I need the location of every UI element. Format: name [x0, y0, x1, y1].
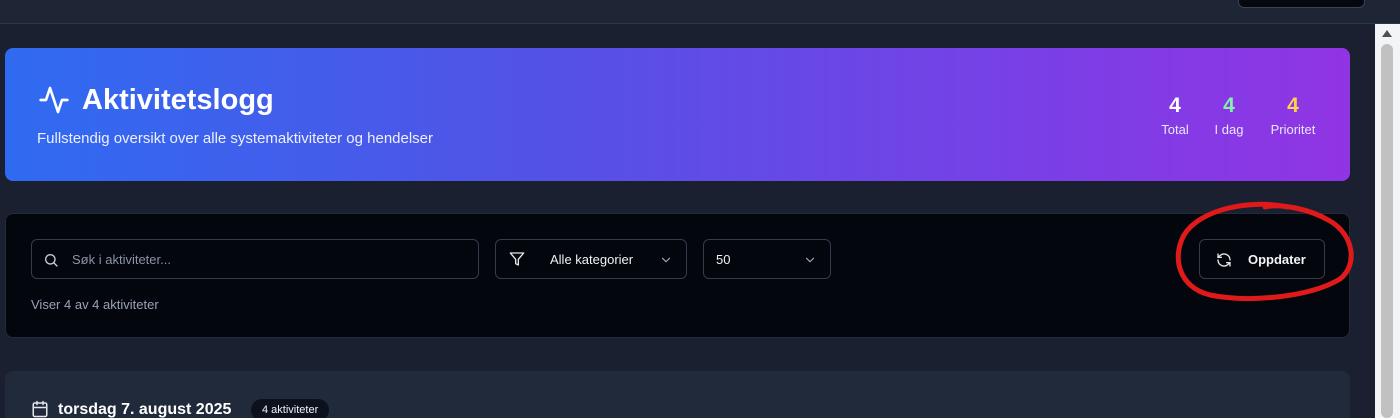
- red-circle-annotation: [1175, 201, 1354, 301]
- page-title: Aktivitetslogg: [82, 84, 274, 116]
- stat-today: 4 I dag: [1209, 94, 1249, 137]
- search-box[interactable]: [31, 239, 479, 279]
- stat-priority-value: 4: [1287, 94, 1299, 117]
- filter-panel: Alle kategorier 50 Oppdater Viser 4 av 4…: [5, 213, 1350, 338]
- chevron-down-icon: [661, 257, 671, 263]
- results-count: Viser 4 av 4 aktiviteter: [31, 297, 159, 312]
- day-group-count-badge: 4 aktiviteter: [251, 399, 330, 418]
- activity-icon: [39, 86, 69, 114]
- stat-priority-label: Prioritet: [1270, 122, 1316, 137]
- top-nav-button[interactable]: [1238, 0, 1365, 8]
- activity-log-header: Aktivitetslogg Fullstendig oversikt over…: [5, 48, 1350, 181]
- calendar-icon: [32, 400, 48, 418]
- chevron-down-icon: [805, 257, 815, 263]
- day-group-date: torsdag 7. august 2025: [58, 401, 232, 418]
- stat-total-value: 4: [1169, 94, 1181, 117]
- stat-total: 4 Total: [1157, 94, 1193, 137]
- stat-priority: 4 Prioritet: [1264, 94, 1322, 137]
- scrollbar[interactable]: [1375, 24, 1400, 418]
- limit-select[interactable]: 50: [703, 239, 831, 279]
- category-select-value: Alle kategorier: [550, 252, 634, 267]
- page-subtitle: Fullstendig oversikt over alle systemakt…: [37, 130, 434, 147]
- limit-select-value: 50: [716, 252, 731, 267]
- scroll-up-arrow-icon[interactable]: [1382, 30, 1392, 37]
- top-nav-bar: [0, 0, 1400, 24]
- search-icon: [45, 253, 58, 267]
- stat-today-label: I dag: [1214, 122, 1244, 137]
- stat-total-label: Total: [1161, 122, 1189, 137]
- filter-icon: [509, 252, 525, 266]
- day-group-card: torsdag 7. august 2025 4 aktiviteter: [5, 371, 1350, 418]
- search-input[interactable]: [72, 240, 472, 278]
- scroll-thumb[interactable]: [1381, 44, 1393, 418]
- category-select[interactable]: Alle kategorier: [495, 239, 687, 279]
- stat-today-value: 4: [1223, 94, 1235, 117]
